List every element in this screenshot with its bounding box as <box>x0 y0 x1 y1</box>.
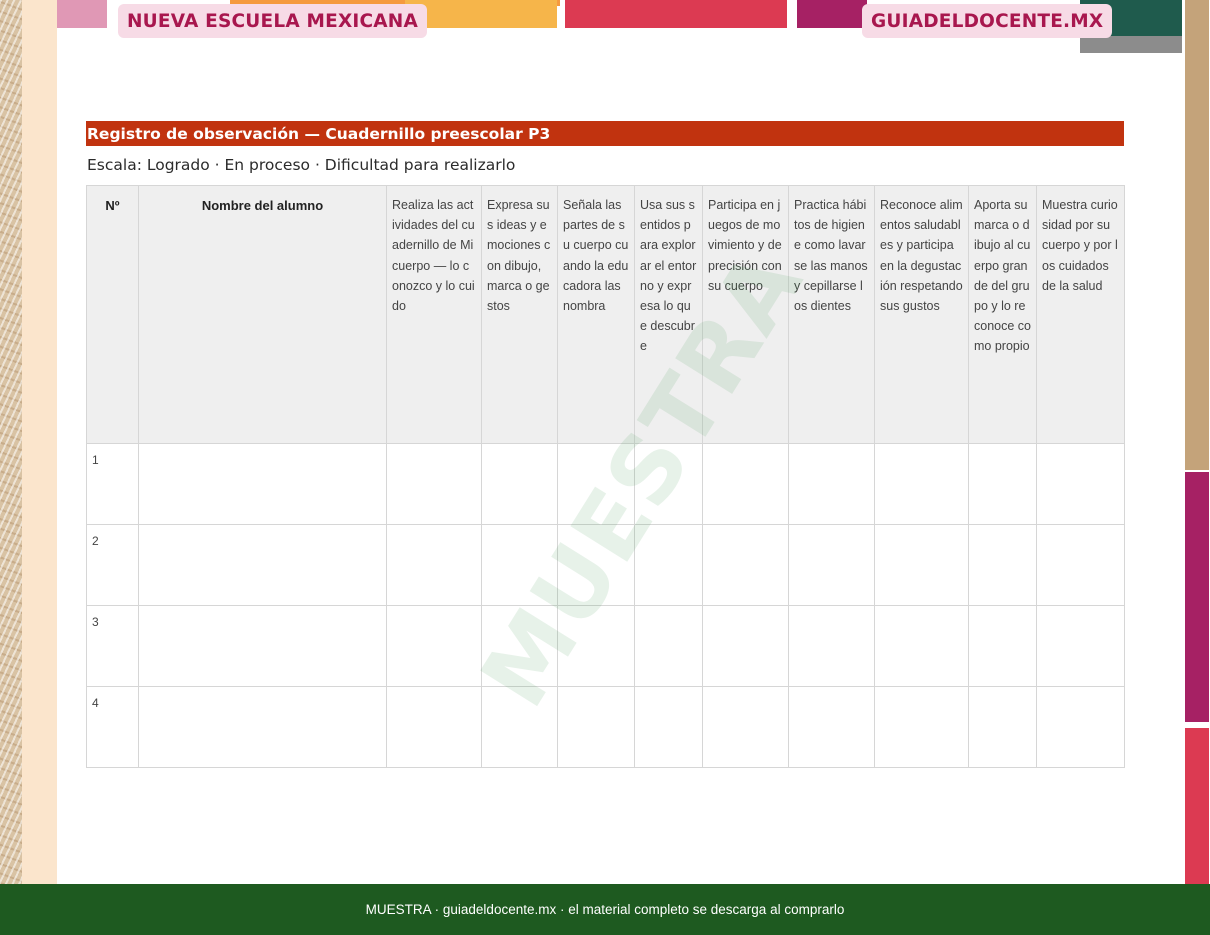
column-header-student-name: Nombre del alumno <box>138 185 387 444</box>
observation-cell[interactable] <box>874 605 969 687</box>
row-number: 3 <box>86 605 139 687</box>
observation-cell[interactable] <box>702 443 789 525</box>
observation-cell[interactable] <box>1036 605 1125 687</box>
right-segment-magenta <box>1185 472 1209 722</box>
observation-cell[interactable] <box>386 686 482 768</box>
observation-cell[interactable] <box>557 524 635 606</box>
column-header-indicator-7: Reconoce alimentos saludables y particip… <box>874 185 969 444</box>
observation-cell[interactable] <box>481 605 558 687</box>
cream-stripe <box>22 0 57 884</box>
column-header-indicator-2: Expresa sus ideas y emociones con dibujo… <box>481 185 558 444</box>
observation-cell[interactable] <box>968 686 1037 768</box>
row-number: 4 <box>86 686 139 768</box>
table-row: 2 <box>86 524 1125 606</box>
footer-bar: MUESTRA · guiadeldocente.mx · el materia… <box>0 884 1210 935</box>
column-header-indicator-9: Muestra curiosidad por su cuerpo y por l… <box>1036 185 1125 444</box>
observation-cell[interactable] <box>702 686 789 768</box>
brand-badge-nem: NUEVA ESCUELA MEXICANA <box>118 4 427 38</box>
observation-cell[interactable] <box>788 605 875 687</box>
observation-cell[interactable] <box>557 686 635 768</box>
row-number: 2 <box>86 524 139 606</box>
observation-cell[interactable] <box>874 443 969 525</box>
column-header-number: Nº <box>86 185 139 444</box>
observation-cell[interactable] <box>874 686 969 768</box>
observation-table: Nº Nombre del alumno Realiza las activid… <box>86 185 1125 768</box>
document-title: Registro de observación — Cuadernillo pr… <box>86 121 1124 146</box>
observation-cell[interactable] <box>968 605 1037 687</box>
band-segment-gray <box>1080 36 1184 53</box>
observation-cell[interactable] <box>788 524 875 606</box>
right-decorative-border <box>1182 0 1210 884</box>
observation-cell[interactable] <box>386 605 482 687</box>
observation-cell[interactable] <box>386 443 482 525</box>
observation-cell[interactable] <box>557 605 635 687</box>
band-segment-yellow <box>405 0 557 28</box>
row-number: 1 <box>86 443 139 525</box>
observation-cell[interactable] <box>702 524 789 606</box>
table-header-row: Nº Nombre del alumno Realiza las activid… <box>86 185 1125 444</box>
student-name-cell[interactable] <box>138 686 387 768</box>
observation-cell[interactable] <box>481 524 558 606</box>
observation-cell[interactable] <box>634 605 703 687</box>
column-header-indicator-8: Aporta su marca o dibujo al cuerpo grand… <box>968 185 1037 444</box>
table-row: 4 <box>86 686 1125 768</box>
column-header-indicator-1: Realiza las actividades del cuadernillo … <box>386 185 482 444</box>
observation-cell[interactable] <box>634 524 703 606</box>
observation-cell[interactable] <box>874 524 969 606</box>
observation-cell[interactable] <box>634 443 703 525</box>
observation-cell[interactable] <box>968 524 1037 606</box>
column-header-indicator-5: Participa en juegos de movimiento y de p… <box>702 185 789 444</box>
column-header-indicator-6: Practica hábitos de higiene como lavarse… <box>788 185 875 444</box>
student-name-cell[interactable] <box>138 524 387 606</box>
table-row: 3 <box>86 605 1125 687</box>
student-name-cell[interactable] <box>138 605 387 687</box>
observation-cell[interactable] <box>481 443 558 525</box>
observation-cell[interactable] <box>1036 524 1125 606</box>
observation-cell[interactable] <box>386 524 482 606</box>
band-segment-magenta <box>797 0 867 28</box>
band-segment-pink <box>57 0 107 28</box>
brand-badge-site: GUIADELDOCENTE.MX <box>862 4 1113 38</box>
observation-cell[interactable] <box>557 443 635 525</box>
left-decorative-border <box>0 0 57 884</box>
scale-legend: Escala: Logrado · En proceso · Dificulta… <box>87 156 516 174</box>
ornament-pattern <box>0 0 22 884</box>
table-row: 1 <box>86 443 1125 525</box>
column-header-indicator-3: Señala las partes de su cuerpo cuando la… <box>557 185 635 444</box>
observation-cell[interactable] <box>788 686 875 768</box>
observation-cell[interactable] <box>1036 443 1125 525</box>
footer-text: MUESTRA · guiadeldocente.mx · el materia… <box>365 902 845 917</box>
right-segment-red <box>1185 728 1209 884</box>
observation-cell[interactable] <box>634 686 703 768</box>
right-segment-tan <box>1185 0 1209 470</box>
observation-cell[interactable] <box>702 605 789 687</box>
band-segment-red <box>565 0 787 28</box>
column-header-indicator-4: Usa sus sentidos para explorar el entorn… <box>634 185 703 444</box>
observation-cell[interactable] <box>968 443 1037 525</box>
student-name-cell[interactable] <box>138 443 387 525</box>
observation-cell[interactable] <box>1036 686 1125 768</box>
observation-cell[interactable] <box>788 443 875 525</box>
observation-cell[interactable] <box>481 686 558 768</box>
